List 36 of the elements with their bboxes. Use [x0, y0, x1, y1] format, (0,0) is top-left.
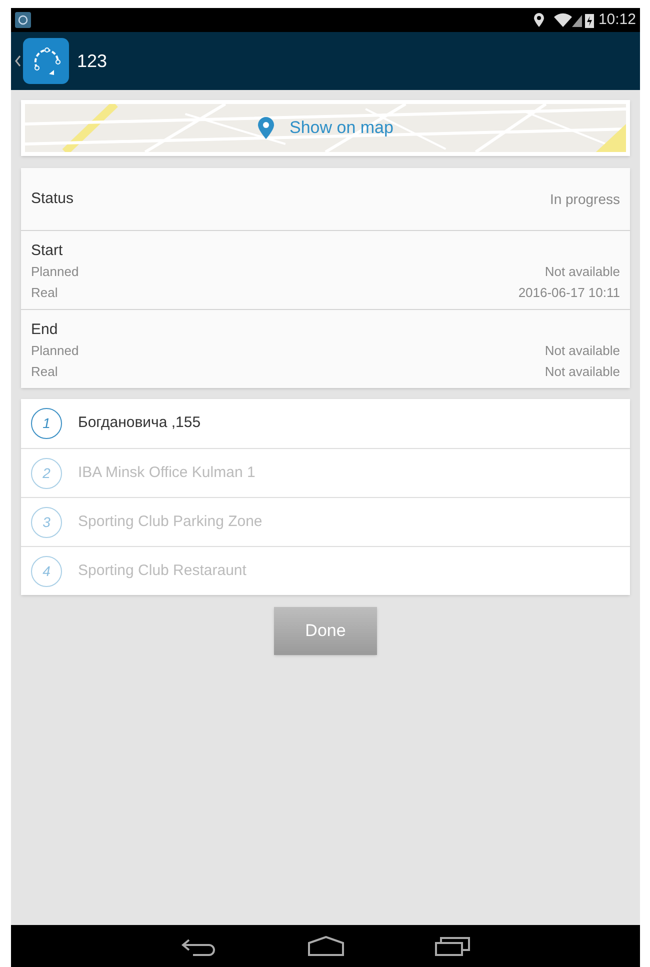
section-label: Start [31, 241, 64, 261]
stop-name: IBA Minsk Office Kulman 1 [78, 462, 256, 483]
back-icon[interactable] [14, 54, 22, 68]
status-value: In progress [550, 190, 620, 209]
stop-name: Sporting Club Parking Zone [78, 512, 262, 532]
stop-number: 1 [31, 408, 62, 439]
stop-item[interactable]: 2 IBA Minsk Office Kulman 1 [21, 448, 630, 497]
stop-name: Богдановича ,155 [78, 413, 201, 434]
field-value: Not available [544, 342, 620, 360]
field-label: Planned [31, 263, 79, 281]
signal-icon [572, 13, 582, 27]
field-value: Not available [544, 363, 620, 381]
stop-item[interactable]: 4 Sporting Club Restaraunt [21, 546, 630, 595]
clock: 10:12 [598, 10, 636, 30]
map-pin-icon [258, 117, 274, 139]
recent-apps-icon[interactable] [434, 936, 470, 956]
stop-name: Sporting Club Restaraunt [78, 560, 246, 581]
field-value: Not available [544, 263, 620, 281]
section-label: Status [31, 188, 74, 209]
home-icon[interactable] [306, 936, 344, 956]
field-value: 2016-06-17 10:11 [518, 284, 620, 302]
location-icon [534, 13, 544, 27]
stop-number: 3 [31, 506, 62, 538]
stop-item[interactable]: 1 Богдановича ,155 [21, 399, 630, 448]
field-label: Real [31, 363, 58, 381]
stop-number: 2 [31, 458, 62, 488]
stop-number: 4 [31, 556, 62, 586]
wifi-icon [554, 13, 572, 27]
app-notification-icon [15, 12, 31, 28]
stop-item[interactable]: 3 Sporting Club Parking Zone [21, 497, 630, 546]
field-label: Real [31, 284, 58, 302]
screen-title: 123 [77, 50, 108, 72]
field-label: Planned [31, 342, 79, 360]
battery-icon [585, 12, 594, 28]
section-label: End [31, 320, 59, 340]
app-logo-icon[interactable] [23, 38, 69, 84]
